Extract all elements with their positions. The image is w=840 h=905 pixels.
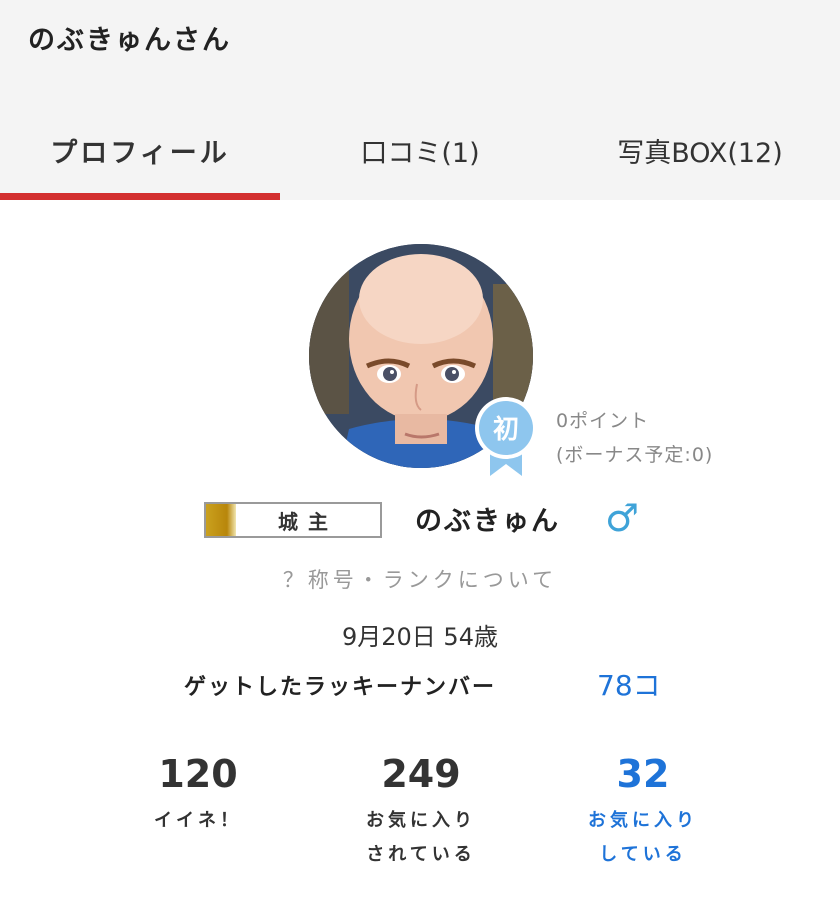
tab-bar: プロフィール 口コミ(1) 写真BOX(12) bbox=[0, 100, 840, 200]
birthday-age: 9月20日 54歳 bbox=[342, 623, 498, 651]
lucky-number-count[interactable]: 78コ bbox=[597, 664, 661, 704]
tab-profile[interactable]: プロフィール bbox=[0, 100, 280, 200]
male-icon: ♂ bbox=[605, 496, 640, 540]
header: のぶきゅんさん プロフィール 口コミ(1) 写真BOX(12) bbox=[0, 0, 840, 200]
stat-likes: 120 イイネ！ bbox=[78, 748, 318, 838]
rank-gold-bar bbox=[206, 504, 236, 536]
bonus-points: (ボーナス予定:0) bbox=[556, 444, 714, 466]
tab-photo-box[interactable]: 写真BOX(12) bbox=[560, 100, 840, 200]
stat-value: 249 bbox=[381, 752, 461, 796]
user-name: のぶきゅん bbox=[415, 506, 560, 537]
stat-favoriting[interactable]: 32 お気に入り している bbox=[523, 748, 763, 872]
active-tab-indicator bbox=[0, 193, 280, 200]
stat-label: お気に入り している bbox=[588, 810, 698, 865]
page-title: のぶきゅんさん bbox=[28, 25, 231, 56]
points-info: 0ポイント (ボーナス予定:0) bbox=[556, 404, 713, 472]
badge-label: 初 bbox=[493, 415, 519, 445]
beginner-badge: 初 bbox=[474, 396, 538, 478]
rank-about-link[interactable]: ？称号・ランクについて bbox=[0, 564, 840, 594]
stat-favorited-by: 249 お気に入り されている bbox=[301, 748, 541, 872]
lucky-number-label: ゲットしたラッキーナンバー bbox=[184, 675, 497, 700]
points-value: 0ポイント bbox=[556, 410, 650, 432]
stat-label: お気に入り されている bbox=[366, 810, 476, 865]
rank-label: 城主 bbox=[278, 509, 338, 534]
rank-plate: 城主 bbox=[204, 502, 382, 538]
stat-value: 120 bbox=[158, 752, 238, 796]
stat-value: 32 bbox=[616, 752, 670, 796]
tab-reviews[interactable]: 口コミ(1) bbox=[280, 100, 560, 200]
stat-label: イイネ！ bbox=[154, 810, 242, 831]
